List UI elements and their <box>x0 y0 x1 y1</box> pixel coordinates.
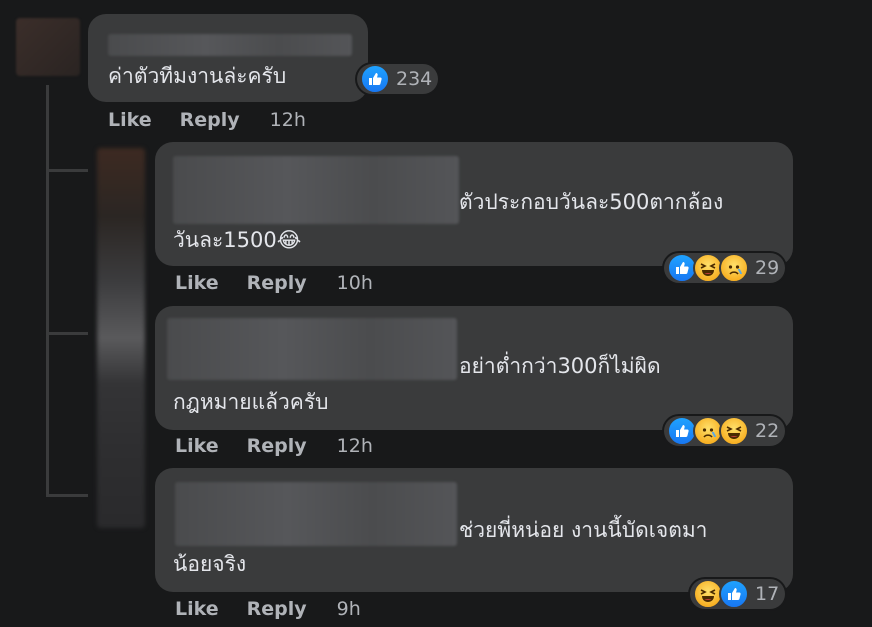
comment-bubble: ตัวประกอบวันละ500ตากล้อง วันละ1500😂 <box>155 142 793 266</box>
thread-branch <box>46 332 88 335</box>
comment-actions: Like Reply 10h <box>175 272 373 294</box>
comment-bubble: อย่าต่ำกว่า300ก็ไม่ผิด กฎหมายแล้วครับ <box>155 306 793 430</box>
comment-actions: Like Reply 9h <box>175 598 361 620</box>
reaction-summary[interactable]: 234 <box>357 64 439 94</box>
author-name[interactable] <box>108 34 352 56</box>
timestamp[interactable]: 9h <box>337 598 361 620</box>
thread-branch <box>46 169 88 172</box>
reply-button[interactable]: Reply <box>247 598 307 620</box>
comment-text: วันละ1500😂 <box>173 228 302 252</box>
like-icon <box>719 579 749 609</box>
like-icon <box>360 64 390 94</box>
author-name[interactable] <box>167 318 457 380</box>
reaction-summary[interactable]: 22 <box>664 416 786 446</box>
comment-text: ค่าตัวทีมงานล่ะครับ <box>108 64 287 88</box>
sad-icon <box>719 253 749 283</box>
comment-text: ตัวประกอบวันละ500ตากล้อง <box>459 190 724 214</box>
reply-button[interactable]: Reply <box>247 435 307 457</box>
reaction-summary[interactable]: 17 <box>690 579 786 609</box>
comment-text: กฎหมายแล้วครับ <box>173 390 329 414</box>
haha-icon <box>719 416 749 446</box>
reaction-count: 234 <box>396 68 433 90</box>
like-button[interactable]: Like <box>108 109 152 131</box>
timestamp[interactable]: 12h <box>270 109 306 131</box>
thread-line <box>46 85 49 497</box>
reaction-summary[interactable]: 29 <box>664 253 786 283</box>
reaction-count: 17 <box>755 583 780 605</box>
like-button[interactable]: Like <box>175 598 219 620</box>
comment-text: ช่วยพี่หน่อย งานนี้บัดเจตมา <box>459 518 708 542</box>
thread-branch <box>46 494 88 497</box>
author-name[interactable] <box>175 482 457 546</box>
reaction-count: 29 <box>755 257 780 279</box>
comment-actions: Like Reply 12h <box>108 109 306 131</box>
like-button[interactable]: Like <box>175 272 219 294</box>
author-name[interactable] <box>173 156 459 224</box>
avatar[interactable] <box>16 18 80 76</box>
comment-text: น้อยจริง <box>173 552 247 576</box>
reaction-count: 22 <box>755 420 780 442</box>
comment-actions: Like Reply 12h <box>175 435 373 457</box>
comment-bubble: ช่วยพี่หน่อย งานนี้บัดเจตมา น้อยจริง <box>155 468 793 592</box>
reply-button[interactable]: Reply <box>180 109 240 131</box>
comment-bubble: ค่าตัวทีมงานล่ะครับ <box>88 14 368 102</box>
reply-button[interactable]: Reply <box>247 272 307 294</box>
avatar[interactable] <box>97 148 145 528</box>
timestamp[interactable]: 12h <box>337 435 373 457</box>
like-button[interactable]: Like <box>175 435 219 457</box>
timestamp[interactable]: 10h <box>337 272 373 294</box>
comment-text: อย่าต่ำกว่า300ก็ไม่ผิด <box>459 354 661 378</box>
